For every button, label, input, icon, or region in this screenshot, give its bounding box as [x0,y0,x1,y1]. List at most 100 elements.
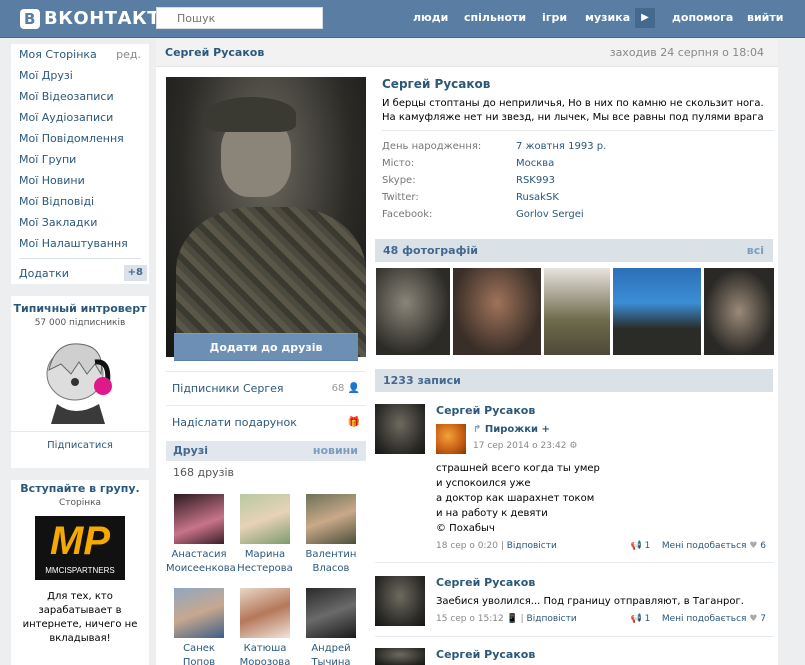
friend-first: Марина [244,549,286,560]
heart-icon[interactable]: ♥ [749,541,757,551]
nav-people[interactable]: люди [413,11,448,24]
friend-first: Катюша [243,643,287,654]
post-text: Заебися уволился... Под границу отправля… [436,596,744,607]
post-avatar[interactable] [375,648,425,665]
menu-settings[interactable]: Мої Налаштування [11,233,149,254]
menu-friends[interactable]: Мої Друзі [11,65,149,86]
friend-item[interactable]: Анастасия Моисеенкова [166,494,236,576]
post-date[interactable]: 15 сер о 15:12 [436,614,504,624]
friends-news-link[interactable]: новини [313,441,358,461]
nav-communities[interactable]: спільноти [464,11,526,24]
apps-badge: +8 [123,265,147,281]
profile-info: Сергей Русаков И берцы стоптаны до непри… [382,77,774,131]
photo-thumb[interactable] [376,268,450,355]
friend-item[interactable]: Марина Нестерова [232,494,298,576]
repost-date: 17 сер 2014 о 23:42 ⚙ [473,441,577,451]
promo-group: Вступайте в групу. Сторінка MP MMCISPART… [11,480,149,665]
info-value[interactable]: RSK993 [516,175,555,186]
menu-apps[interactable]: Додатки +8 [11,263,149,284]
info-divider [382,130,774,131]
edit-link[interactable]: ред. [116,44,141,65]
info-value[interactable]: Gorlov Sergei [516,209,584,220]
photos-all-link[interactable]: всі [747,239,764,262]
menu-my-page[interactable]: Моя Сторінка ред. [11,44,149,65]
menu-videos[interactable]: Мої Відеозаписи [11,86,149,107]
menu-audio[interactable]: Мої Аудіозаписи [11,107,149,128]
friend-item[interactable]: Катюша Морозова [232,588,298,665]
profile-status[interactable]: И берцы стоптаны до неприличья, Но в них… [382,97,774,125]
reply-link[interactable]: Відповісти [507,541,557,551]
nav-logout[interactable]: вийти [747,11,783,24]
info-value[interactable]: 7 жовтня 1993 р. [516,141,606,152]
gift-label: Надіслати подарунок [172,416,297,429]
friend-item[interactable]: Санек Попов [166,588,232,665]
menu-groups[interactable]: Мої Групи [11,149,149,170]
promo-group-title[interactable]: Вступайте в групу. [11,482,149,496]
friends-header[interactable]: Друзі новини [166,441,366,461]
vk-logo[interactable]: В ВКОНТАКТЕ [20,8,173,29]
send-gift-row[interactable]: Надіслати подарунок 🎁 [166,405,366,439]
friend-item[interactable]: Валентин Власов [298,494,364,576]
promo-group-desc: Для тех, кто зарабатывает в интернете, н… [22,591,138,644]
promo-title[interactable]: Типичный интроверт [11,302,149,316]
repost-icon: ↱ [473,424,485,435]
menu-answers[interactable]: Мої Відповіді [11,191,149,212]
search-input[interactable] [156,7,323,29]
photo-thumb[interactable] [613,268,701,355]
photo-thumb[interactable] [453,268,541,355]
reply-link[interactable]: Відповісти [527,614,577,624]
wall-post: Сергей Русаков Заебися уволился... Под г… [375,576,773,637]
friend-name: Андрей Тычина [298,642,364,665]
menu-bookmarks[interactable]: Мої Закладки [11,212,149,233]
post-actions: 📢 1 Мені подобається ♥ 6 [631,541,766,551]
like-label[interactable]: Мені подобається [662,541,747,551]
logo-text: ВКОНТАКТЕ [44,8,173,29]
post-author[interactable]: Сергей Русаков [436,648,535,661]
post-avatar[interactable] [375,404,425,454]
repost-icon[interactable]: 📢 [631,541,642,551]
promo-image[interactable] [35,334,125,424]
repost-avatar[interactable] [436,424,466,454]
friend-photo [240,588,290,638]
friend-photo [240,494,290,544]
friend-item[interactable]: Андрей Тычина [298,588,364,665]
photos-header[interactable]: 48 фотографій всі [375,239,773,262]
vk-logo-icon: В [20,8,40,29]
info-value[interactable]: RusakSK [516,192,559,203]
friend-last: Нестерова [237,563,293,574]
friend-first: Санек [183,643,215,654]
wall-header[interactable]: 1233 записи [375,369,773,392]
repost-icon[interactable]: 📢 [631,614,642,624]
post-divider [375,636,773,637]
person-icon: 👤 [347,383,360,394]
repost-source[interactable]: ↱ Пирожки + [473,424,550,435]
friend-photo [306,588,356,638]
post-author[interactable]: Сергей Русаков [436,576,535,589]
photo-thumb[interactable] [544,268,610,355]
profile-avatar[interactable] [166,77,366,357]
menu-messages[interactable]: Мої Повідомлення [11,128,149,149]
like-count: 6 [760,541,766,551]
nav-help[interactable]: допомога [672,11,733,24]
promo-subscribers: 57 000 підписників [34,318,126,328]
add-friend-button[interactable]: Додати до друзів [174,333,358,361]
photo-thumb[interactable] [704,268,774,355]
subscribe-button[interactable]: Підписатися [11,431,149,451]
repost-count[interactable]: 1 [645,541,651,551]
post-avatar[interactable] [375,576,425,626]
subscribers-row[interactable]: Підписники Сергея 68 👤 [166,371,366,405]
nav-games[interactable]: ігри [542,11,567,24]
post-date[interactable]: 18 сер о 0:20 [436,541,498,551]
info-value[interactable]: Москва [516,158,554,169]
play-icon[interactable]: ▶ [635,8,655,28]
menu-news[interactable]: Мої Новини [11,170,149,191]
repost-count[interactable]: 1 [645,614,651,624]
promo-group-logo[interactable]: MP MMCISPARTNERS [35,516,125,580]
profile-main: Сергей Русаков заходив 24 серпня о 18:04… [156,39,778,665]
like-label[interactable]: Мені подобається [662,614,747,624]
info-key: Facebook: [382,209,433,220]
nav-music[interactable]: музика [585,11,630,24]
post-author[interactable]: Сергей Русаков [436,404,535,417]
wall-post: Сергей Русаков ↱ Пирожки + 17 сер 2014 о… [375,404,773,564]
heart-icon[interactable]: ♥ [749,614,757,624]
